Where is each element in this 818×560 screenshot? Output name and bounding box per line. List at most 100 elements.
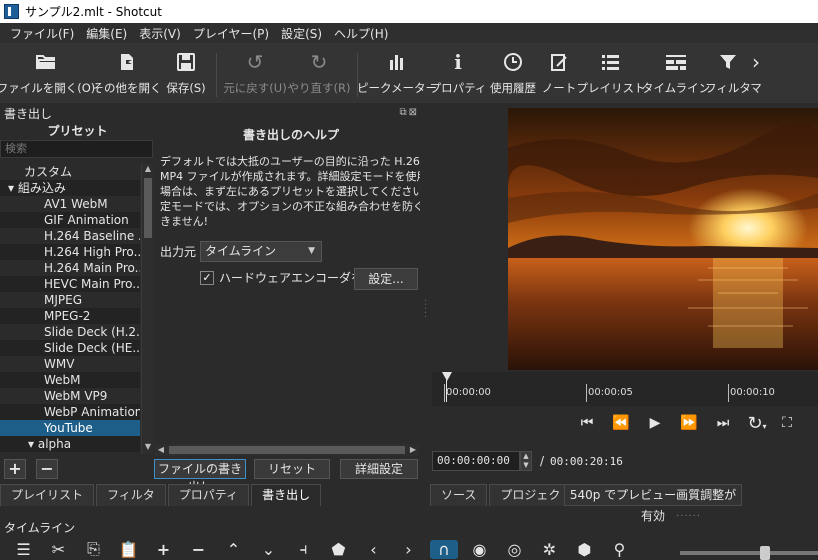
menu-edit[interactable]: 編集(E) (80, 25, 133, 42)
scroll-thumb[interactable] (144, 178, 152, 238)
hw-settings-button[interactable]: 設定... (354, 268, 418, 290)
save-button[interactable]: 保存(S) (162, 49, 210, 101)
marker-icon[interactable]: ⬟ (321, 540, 356, 559)
redo-button[interactable]: ↻ やり直す(R) (287, 49, 351, 101)
menu-icon[interactable]: ☰ (6, 540, 41, 559)
preset-item[interactable]: WMV (0, 356, 140, 372)
menu-player[interactable]: プレイヤー(P) (187, 25, 275, 42)
cut-icon[interactable]: ✂ (41, 540, 76, 559)
scroll-left-icon[interactable]: ◀ (155, 444, 167, 456)
peak-meter-button[interactable]: ピークメーター (357, 49, 437, 101)
preset-item[interactable]: MJPEG (0, 292, 140, 308)
menu-help[interactable]: ヘルプ(H) (328, 25, 394, 42)
preset-item[interactable]: GIF Animation (0, 212, 140, 228)
copy-icon[interactable]: ⎘ (76, 539, 111, 559)
zoom-slider[interactable] (680, 546, 818, 560)
preview-scaling-badge[interactable]: 540p でプレビュー画質調整が有効 (564, 484, 742, 523)
split-icon[interactable]: ⫞ (286, 539, 321, 559)
tab-filters[interactable]: フィルタ (96, 484, 166, 506)
overwrite-icon[interactable]: ⌄ (251, 540, 286, 559)
preset-item[interactable]: YouTube (0, 420, 140, 436)
preset-search-input[interactable]: 検索 (0, 140, 153, 158)
output-source-select[interactable]: タイムライン ▼ (200, 241, 323, 262)
ripple-icon[interactable]: ◎ (497, 540, 532, 559)
timecode-input[interactable]: 00:00:00:00 (432, 451, 520, 471)
skip-next-icon[interactable]: ⏭ (706, 415, 740, 431)
fullscreen-icon[interactable]: ⛶ (774, 415, 800, 431)
preset-item[interactable]: ▾ alpha (0, 436, 140, 452)
player-tabs: ソース プロジェクト (430, 484, 585, 506)
preset-item[interactable]: H.264 Baseline ... (0, 228, 140, 244)
open-file-button[interactable]: ファイルを開く(O) (0, 49, 95, 101)
hw-encoder-checkbox[interactable]: ✓ (200, 270, 214, 285)
remove-preset-button[interactable]: − (36, 459, 58, 479)
preset-item[interactable]: WebM (0, 372, 140, 388)
video-preview[interactable] (508, 108, 818, 370)
tab-source[interactable]: ソース (430, 484, 488, 506)
transport-controls: ⏮ ⏪ ▶ ⏩ ⏭ ↻▾ ⛶ (570, 408, 818, 438)
player-ruler[interactable]: 00:00:00 00:00:05 00:00:10 (432, 372, 818, 406)
prev-marker-icon[interactable]: ‹ (356, 540, 391, 559)
playlist-button[interactable]: プレイリスト (577, 49, 646, 101)
menu-view[interactable]: 表示(V) (133, 25, 187, 42)
paste-icon[interactable]: 📋 (111, 540, 146, 559)
preset-item[interactable]: H.264 High Pro... (0, 244, 140, 260)
ripple-all-icon[interactable]: ✲ (532, 540, 567, 559)
preset-item[interactable]: HEVC Main Pro... (0, 276, 140, 292)
next-marker-icon[interactable]: › (391, 540, 426, 559)
help-hscrollbar[interactable]: ◀ ▶ (155, 444, 419, 456)
preset-item[interactable]: Slide Deck (H.2... (0, 324, 140, 340)
preset-item[interactable]: MPEG-2 (0, 308, 140, 324)
rewind-icon[interactable]: ⏪ (604, 415, 638, 431)
hscroll-thumb[interactable] (169, 446, 405, 454)
append-icon[interactable]: + (146, 540, 181, 559)
panel-float-close-icon[interactable]: ⧉⊠ (399, 107, 419, 118)
play-icon[interactable]: ▶ (638, 415, 672, 431)
history-button[interactable]: 使用履歴 (486, 49, 540, 101)
ruler-tick-label: 00:00:00 (446, 387, 491, 398)
menu-settings[interactable]: 設定(S) (275, 25, 328, 42)
add-preset-button[interactable]: + (4, 459, 26, 479)
scroll-down-icon[interactable]: ▼ (142, 442, 154, 454)
timeline-button[interactable]: タイムライン (642, 49, 710, 101)
tab-properties[interactable]: プロパティ (167, 484, 250, 506)
preset-item[interactable]: ▾ 組み込み (0, 180, 140, 196)
scroll-up-icon[interactable]: ▲ (142, 164, 154, 176)
filters-button[interactable]: フィルタ (705, 49, 751, 101)
playhead-line (446, 380, 447, 402)
fast-forward-icon[interactable]: ⏩ (672, 415, 706, 431)
loop-icon[interactable]: ↻▾ (740, 413, 774, 434)
preset-scrollbar[interactable]: ▲ ▼ (141, 164, 153, 454)
undo-button[interactable]: ↺ 元に戻す(U) (223, 49, 287, 101)
preset-item[interactable]: H.264 Main Pro... (0, 260, 140, 276)
zoom-slider-knob[interactable] (760, 546, 770, 560)
export-file-button[interactable]: ファイルの書き出し (154, 459, 246, 494)
remove-icon[interactable]: − (181, 540, 216, 559)
presets-title: プリセット (47, 124, 108, 138)
advanced-button[interactable]: 詳細設定 (340, 459, 418, 479)
preset-item[interactable]: カスタム (0, 164, 140, 180)
export-button-row: + − ファイルの書き出し リセット 詳細設定 (0, 458, 425, 494)
lift-icon[interactable]: ⌃ (216, 540, 251, 559)
ripple-markers-icon[interactable]: ⬢ (567, 540, 602, 559)
properties-button[interactable]: i プロパティ (430, 49, 487, 101)
notes-button[interactable]: ノート (540, 49, 578, 101)
scroll-right-icon[interactable]: ▶ (407, 444, 419, 456)
timecode-spinner[interactable]: ▲ ▼ (520, 451, 532, 471)
tab-playlist[interactable]: プレイリスト (0, 484, 95, 506)
more-button[interactable]: › マ (748, 49, 764, 101)
preset-item[interactable]: Slide Deck (HE... (0, 340, 140, 356)
zoom-out-icon[interactable]: ⚲ (602, 540, 637, 559)
skip-previous-icon[interactable]: ⏮ (570, 415, 604, 431)
scrub-eye-icon[interactable]: ◉ (462, 540, 497, 559)
preset-item[interactable]: AV1 WebM (0, 196, 140, 212)
playhead-marker[interactable] (442, 372, 452, 381)
open-other-button[interactable]: その他を開く (92, 49, 162, 101)
snap-magnet-icon[interactable]: ∩ (430, 539, 458, 559)
preset-item[interactable]: WebP Animation (0, 404, 140, 420)
menu-file[interactable]: ファイル(F) (4, 25, 80, 42)
preset-item[interactable]: WebM VP9 (0, 388, 140, 404)
reset-button[interactable]: リセット (254, 459, 330, 479)
splitter-handle[interactable]: · · · · · (424, 297, 427, 323)
tab-export[interactable]: 書き出し (251, 484, 322, 506)
